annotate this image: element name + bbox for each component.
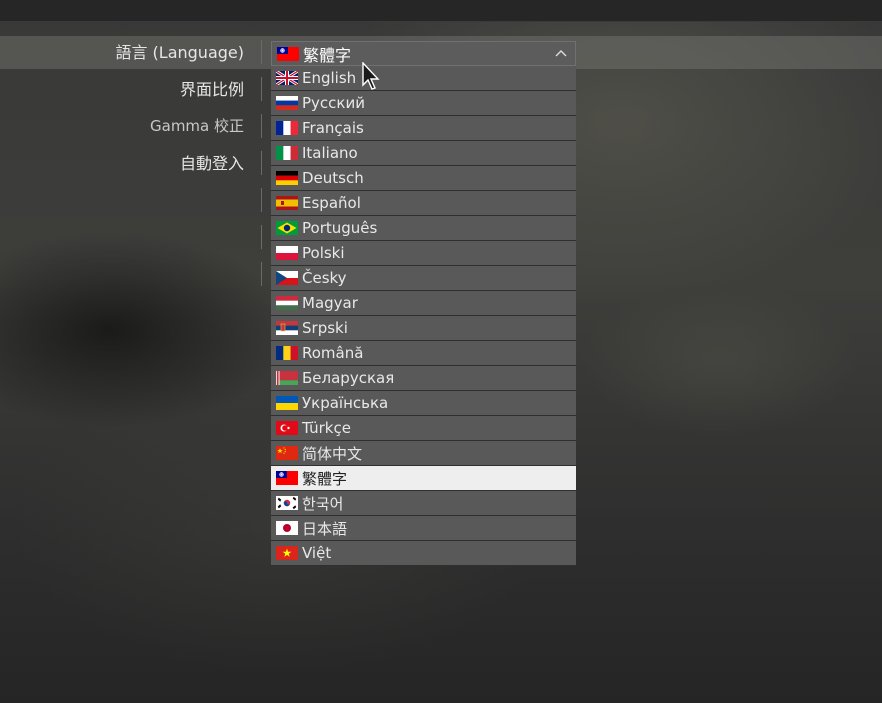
language-option-label: Türkçe	[302, 419, 351, 437]
brazil-flag-icon	[276, 221, 298, 235]
language-option-uk[interactable]: English	[271, 66, 576, 91]
auto-login-label: 自動登入	[179, 154, 244, 173]
settings-labels: 語言 (Language) 界面比例 Gamma 校正 自動登入	[0, 36, 244, 184]
language-options-list: English Русский Français Italiano Deutsch Esp…	[271, 66, 576, 566]
china-flag-icon	[276, 446, 298, 460]
language-option-france[interactable]: Français	[271, 116, 576, 141]
language-option-label: Polski	[302, 244, 345, 262]
romania-flag-icon	[276, 346, 298, 360]
language-option-label: Беларуская	[302, 369, 395, 387]
separator	[261, 151, 262, 175]
separator	[261, 225, 262, 249]
chevron-up-icon[interactable]	[554, 47, 568, 61]
hungary-flag-icon	[276, 296, 298, 310]
separator	[261, 40, 262, 64]
language-option-label: Українська	[302, 394, 389, 412]
separator	[261, 77, 262, 101]
taiwan-flag-icon	[277, 46, 299, 61]
language-option-china[interactable]: 简体中文	[271, 441, 576, 466]
uk-flag-icon	[276, 71, 298, 85]
spain-flag-icon	[276, 196, 298, 210]
serbia-flag-icon	[276, 321, 298, 335]
language-option-label: Italiano	[302, 144, 358, 162]
turkey-flag-icon	[276, 421, 298, 435]
ui-scale-label: 界面比例	[179, 80, 244, 99]
language-option-label: Español	[302, 194, 361, 212]
language-option-label: Română	[302, 344, 364, 362]
language-option-germany[interactable]: Deutsch	[271, 166, 576, 191]
language-option-label: Česky	[302, 269, 347, 287]
language-option-label: Srpski	[302, 319, 348, 337]
belarus-flag-icon	[276, 371, 298, 385]
language-option-japan[interactable]: 日本語	[271, 516, 576, 541]
ukraine-flag-icon	[276, 396, 298, 410]
korea-flag-icon	[276, 496, 298, 510]
separator	[261, 114, 262, 138]
germany-flag-icon	[276, 171, 298, 185]
france-flag-icon	[276, 121, 298, 135]
japan-flag-icon	[276, 521, 298, 535]
language-option-spain[interactable]: Español	[271, 191, 576, 216]
language-option-label: 简体中文	[302, 444, 363, 463]
language-option-brazil[interactable]: Português	[271, 216, 576, 241]
language-option-belarus[interactable]: Беларуская	[271, 366, 576, 391]
language-option-label: Русский	[302, 94, 365, 112]
language-option-ukraine[interactable]: Українська	[271, 391, 576, 416]
top-bar	[0, 0, 882, 22]
language-option-label: Việt	[302, 544, 332, 562]
language-option-label: Magyar	[302, 294, 358, 312]
gamma-label: Gamma 校正	[150, 117, 244, 135]
language-option-label: 日本語	[302, 519, 348, 538]
row-separators	[261, 40, 262, 299]
language-option-czech[interactable]: Česky	[271, 266, 576, 291]
language-option-italy[interactable]: Italiano	[271, 141, 576, 166]
language-option-hungary[interactable]: Magyar	[271, 291, 576, 316]
language-option-label: English	[302, 69, 357, 87]
language-option-label: Deutsch	[302, 169, 364, 187]
czech-flag-icon	[276, 271, 298, 285]
language-option-label: 繁體字	[302, 469, 348, 488]
russia-flag-icon	[276, 96, 298, 110]
selected-language: 繁體字	[303, 45, 352, 65]
language-option-label: 한국어	[302, 494, 344, 513]
language-option-turkey[interactable]: Türkçe	[271, 416, 576, 441]
vietnam-flag-icon	[276, 546, 298, 560]
poland-flag-icon	[276, 246, 298, 260]
language-option-label: Français	[302, 119, 364, 137]
language-dropdown[interactable]: 繁體字 English Русский Français Italiano Deutsc…	[271, 41, 576, 566]
language-option-vietnam[interactable]: Việt	[271, 541, 576, 566]
language-option-label: Português	[302, 219, 378, 237]
separator	[261, 262, 262, 286]
mouse-cursor-icon	[362, 62, 380, 90]
language-option-serbia[interactable]: Srpski	[271, 316, 576, 341]
italy-flag-icon	[276, 146, 298, 160]
language-label: 語言 (Language)	[115, 43, 244, 62]
taiwan-flag-icon	[276, 471, 298, 485]
language-option-korea[interactable]: 한국어	[271, 491, 576, 516]
language-option-russia[interactable]: Русский	[271, 91, 576, 116]
language-option-romania[interactable]: Română	[271, 341, 576, 366]
separator	[261, 188, 262, 212]
language-option-poland[interactable]: Polski	[271, 241, 576, 266]
language-option-taiwan[interactable]: 繁體字	[271, 466, 576, 491]
language-select[interactable]: 繁體字	[271, 41, 576, 66]
